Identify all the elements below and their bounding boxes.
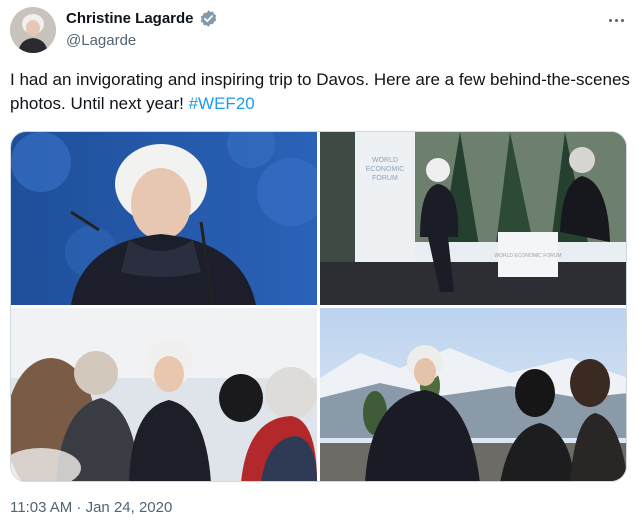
tweet: Christine Lagarde @Lagarde I had an invi…: [0, 0, 642, 524]
author-handle[interactable]: @Lagarde: [66, 32, 136, 49]
svg-text:WORLD: WORLD: [372, 157, 398, 164]
author-avatar[interactable]: [10, 7, 56, 53]
photo-3[interactable]: [11, 308, 317, 481]
photo-4[interactable]: [320, 308, 626, 481]
photo-1[interactable]: [11, 132, 317, 305]
tweet-timestamp[interactable]: 11:03 AM · Jan 24, 2020: [10, 499, 172, 516]
svg-text:WORLD ECONOMIC FORUM: WORLD ECONOMIC FORUM: [494, 253, 561, 259]
media-grid: WORLD ECONOMIC FORUM WORLD ECONOMIC FORU…: [10, 131, 627, 482]
tweet-body: I had an invigorating and inspiring trip…: [10, 70, 630, 113]
author-name-row: Christine Lagarde: [66, 9, 218, 28]
photo-2[interactable]: WORLD ECONOMIC FORUM WORLD ECONOMIC FORU…: [320, 132, 626, 305]
svg-text:FORUM: FORUM: [372, 175, 398, 182]
author-display-name[interactable]: Christine Lagarde: [66, 10, 194, 27]
verified-badge-icon: [199, 9, 218, 28]
tweet-text: I had an invigorating and inspiring trip…: [10, 68, 630, 116]
hashtag-link[interactable]: #WEF20: [189, 94, 255, 113]
more-options-icon[interactable]: [604, 10, 628, 30]
svg-text:ECONOMIC: ECONOMIC: [366, 166, 405, 173]
